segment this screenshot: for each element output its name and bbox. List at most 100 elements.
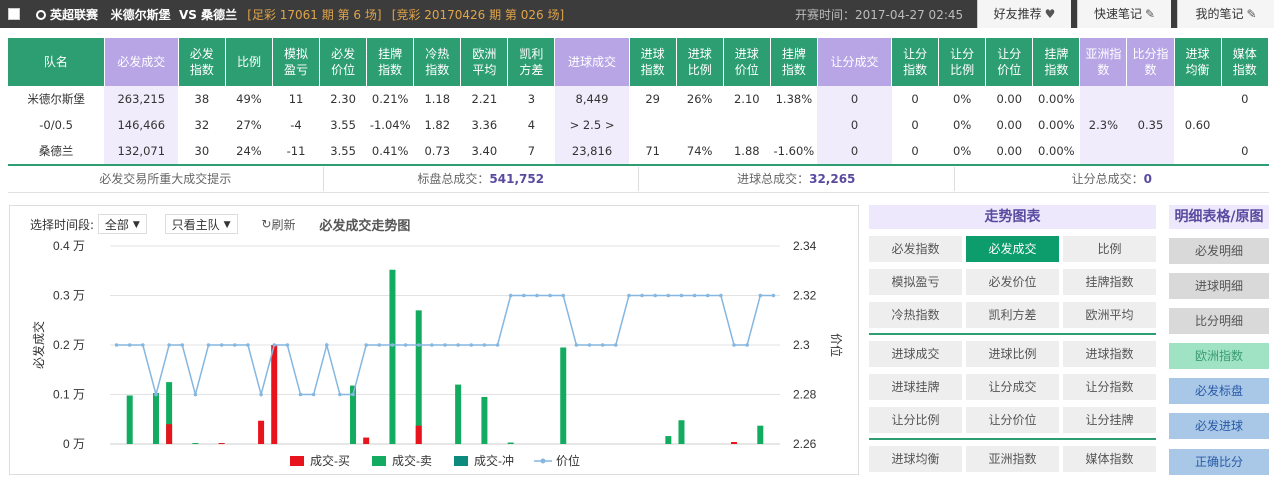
table-cell: -11 xyxy=(286,144,306,158)
legend-label: 成交-冲 xyxy=(474,453,514,468)
table-cell: 0% xyxy=(953,92,972,106)
detail-link-button[interactable]: 进球明细 xyxy=(1169,273,1269,299)
chart-option-button[interactable]: 模拟盈亏 xyxy=(869,269,962,295)
select-checkbox[interactable] xyxy=(8,8,20,20)
chart-option-button[interactable]: 媒体指数 xyxy=(1063,446,1156,472)
table-cell: 23,816 xyxy=(554,138,630,164)
table-cell: 7 xyxy=(527,144,536,158)
column-header: 比分指数 xyxy=(1126,38,1175,86)
table-cell: -1.04% xyxy=(369,118,411,132)
y2-tick-label: 2.32 xyxy=(793,289,817,303)
chart-option-button[interactable]: 比例 xyxy=(1063,236,1156,262)
header-line: 价位 xyxy=(331,63,356,77)
chart-option-button[interactable]: 冷热指数 xyxy=(869,302,962,328)
y-tick-label: 0 万 xyxy=(63,437,85,451)
my-notes-button[interactable]: 我的笔记 ✎ xyxy=(1177,0,1274,28)
table-cell: -4 xyxy=(290,118,302,132)
header-line: 让分 xyxy=(950,47,975,61)
sell-bar xyxy=(415,310,422,444)
y2-axis-label: 价位 xyxy=(829,333,844,357)
header-line: 让分 xyxy=(997,47,1022,61)
heart-icon: ♥ xyxy=(1044,7,1056,21)
price-point xyxy=(390,343,395,347)
table-cell: 0% xyxy=(953,144,972,158)
header-line: 指数 xyxy=(640,63,665,77)
buy-bar xyxy=(363,437,370,444)
chart-option-button[interactable]: 让分成交 xyxy=(966,374,1059,400)
chart-option-button[interactable]: 欧洲平均 xyxy=(1063,302,1156,328)
y2-tick-label: 2.34 xyxy=(793,239,817,253)
column-header: 必发 指数 xyxy=(178,38,226,86)
table-cell: 0 xyxy=(817,86,892,112)
column-header: 挂牌 指数 xyxy=(770,38,818,86)
table-cell xyxy=(1174,138,1221,164)
sell-bar xyxy=(481,396,488,444)
detail-link-button[interactable]: 必发进球 xyxy=(1169,413,1269,439)
y2-tick-label: 2.28 xyxy=(793,388,817,402)
detail-link-button[interactable]: 欧洲指数 xyxy=(1169,343,1269,369)
friend-recommend-button[interactable]: 好友推荐 ♥ xyxy=(977,0,1071,28)
table-cell: 0% xyxy=(953,118,972,132)
table-cell: 27% xyxy=(236,118,262,132)
header-line: 盈亏 xyxy=(284,63,309,77)
column-header: 进球成交 xyxy=(554,38,630,86)
chart-option-button[interactable]: 进球成交 xyxy=(869,341,962,367)
chart-option-button[interactable]: 进球挂牌 xyxy=(869,374,962,400)
price-point xyxy=(732,343,736,347)
price-point xyxy=(246,343,250,347)
price-point xyxy=(430,343,434,347)
table-cell: 0.00% xyxy=(1038,92,1075,106)
column-header: 进球 价位 xyxy=(723,38,771,86)
detail-link-button[interactable]: 比分明细 xyxy=(1169,308,1269,334)
header-line: 挂牌 xyxy=(781,47,806,61)
chart-option-button[interactable]: 必发价位 xyxy=(966,269,1059,295)
price-point xyxy=(259,392,263,397)
chart-option-button[interactable]: 让分价位 xyxy=(966,407,1059,433)
table-cell: 0 xyxy=(911,118,919,132)
price-point xyxy=(679,293,684,298)
totals-bar: 必发交易所重大成交提示 标盘总成交：541,752 进球总成交：32,265 让… xyxy=(8,167,1269,191)
price-point xyxy=(154,392,158,397)
header-line: 挂牌 xyxy=(378,47,403,61)
chart-option-button[interactable]: 进球指数 xyxy=(1063,341,1156,367)
chart-option-button[interactable]: 让分指数 xyxy=(1063,374,1156,400)
table-cell: 1.18 xyxy=(424,92,451,106)
price-point xyxy=(482,343,487,347)
column-header: 亚洲指数 xyxy=(1079,38,1128,86)
legend-swatch xyxy=(454,456,468,466)
chart-option-button[interactable]: 进球均衡 xyxy=(869,446,962,472)
table-cell xyxy=(723,112,770,138)
table-cell: 11 xyxy=(288,92,304,106)
big-trade-hint: 必发交易所重大成交提示 xyxy=(8,167,324,191)
chart-option-button[interactable]: 必发指数 xyxy=(869,236,962,262)
chart-option-button[interactable]: 让分挂牌 xyxy=(1063,407,1156,433)
y2-tick-label: 2.26 xyxy=(793,437,817,451)
chart-option-button[interactable]: 挂牌指数 xyxy=(1063,269,1156,295)
price-point xyxy=(561,293,566,298)
table-cell: 桑德兰 xyxy=(38,144,74,158)
chart-option-button[interactable]: 凯利方差 xyxy=(966,302,1059,328)
detail-link-button[interactable]: 必发明细 xyxy=(1169,238,1269,264)
detail-link-button[interactable]: 正确比分 xyxy=(1169,449,1269,475)
table-divider xyxy=(8,164,1269,166)
header-line: 比例 xyxy=(950,63,975,77)
table-cell: 2.30 xyxy=(330,92,356,106)
header-line: 必发 xyxy=(331,47,356,61)
detail-link-button[interactable]: 必发标盘 xyxy=(1169,378,1269,404)
header-line: 指数 xyxy=(903,63,928,77)
chart-option-button[interactable]: 亚洲指数 xyxy=(966,446,1059,472)
price-point xyxy=(167,343,171,347)
chart-option-button[interactable]: 让分比例 xyxy=(869,407,962,433)
chart-option-button[interactable]: 必发成交 xyxy=(966,236,1059,262)
table-cell: 0.00% xyxy=(1038,144,1075,158)
price-point xyxy=(666,293,671,298)
chart-option-button[interactable]: 进球比例 xyxy=(966,341,1059,367)
header-line: 价位 xyxy=(734,63,759,77)
quick-note-button[interactable]: 快速笔记 ✎ xyxy=(1077,0,1171,28)
table-cell: 29 xyxy=(645,92,660,106)
header-line: 指数 xyxy=(781,63,806,77)
price-point xyxy=(351,392,355,397)
sell-bar xyxy=(678,420,685,444)
detail-table-title: 明细表格/原图 xyxy=(1169,205,1269,229)
table-cell xyxy=(1079,86,1127,112)
